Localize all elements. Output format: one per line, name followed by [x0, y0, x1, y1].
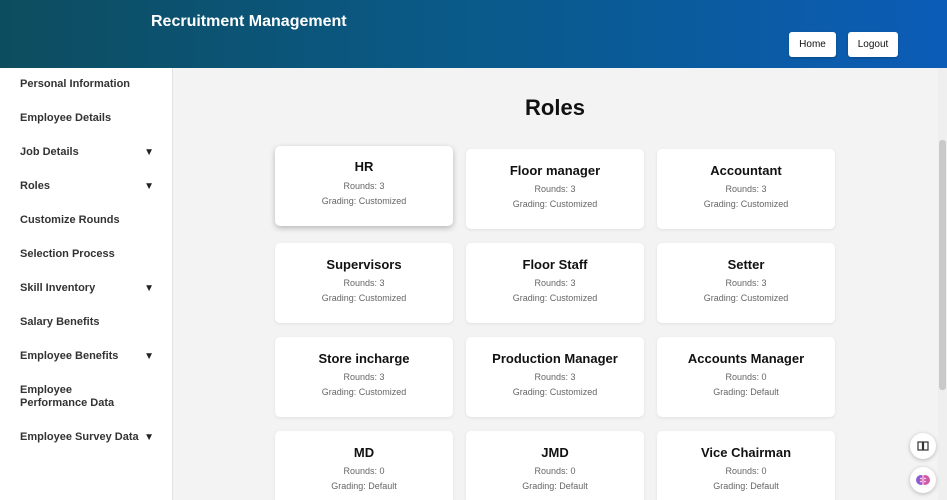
role-card-setter[interactable]: Setter Rounds: 3 Grading: Customized	[657, 243, 835, 323]
sidebar-item-label: Employee Survey Data	[20, 431, 139, 443]
dropdown-arrow-icon[interactable]: ▼	[144, 180, 154, 193]
role-card-accounts-manager[interactable]: Accounts Manager Rounds: 0 Grading: Defa…	[657, 337, 835, 417]
role-name: Setter	[727, 257, 765, 272]
sidebar-item-label: Job Details	[20, 146, 79, 158]
sidebar-item-skill-inventory[interactable]: Skill Inventory ▼	[20, 282, 160, 295]
sidebar-item-salary-benefits[interactable]: Salary Benefits	[20, 316, 160, 329]
role-grading: Grading: Customized	[512, 387, 598, 397]
role-card-hr[interactable]: HR Rounds: 3 Grading: Customized	[275, 146, 453, 226]
sidebar-item-customize-rounds[interactable]: Customize Rounds	[20, 214, 160, 227]
role-grading: Grading: Default	[522, 481, 588, 491]
role-rounds: Rounds: 0	[725, 372, 767, 382]
vertical-scrollbar[interactable]	[938, 68, 947, 500]
sidebar: Personal Information Employee Details Jo…	[0, 68, 173, 500]
sidebar-item-roles[interactable]: Roles ▼	[20, 180, 160, 193]
role-grading: Grading: Customized	[512, 199, 598, 209]
role-rounds: Rounds: 3	[534, 372, 576, 382]
logout-button[interactable]: Logout	[848, 32, 898, 57]
role-grading: Grading: Customized	[512, 293, 598, 303]
dropdown-arrow-icon[interactable]: ▼	[144, 282, 154, 295]
role-grading: Grading: Customized	[321, 196, 407, 206]
sidebar-item-label: Employee Performance Data	[20, 384, 115, 409]
dropdown-arrow-icon[interactable]: ▼	[144, 431, 154, 444]
dropdown-arrow-icon[interactable]: ▼	[144, 146, 154, 159]
role-rounds: Rounds: 3	[534, 278, 576, 288]
role-name: HR	[354, 159, 374, 174]
sidebar-item-label: Employee Details	[20, 112, 112, 124]
sidebar-item-label: Employee Benefits	[20, 350, 119, 362]
book-icon[interactable]	[910, 433, 936, 459]
role-grading: Grading: Default	[713, 387, 779, 397]
role-grading: Grading: Customized	[703, 293, 789, 303]
app-title: Recruitment Management	[151, 13, 347, 30]
role-rounds: Rounds: 0	[534, 466, 576, 476]
role-name: Accountant	[710, 163, 782, 178]
sidebar-item-selection-process[interactable]: Selection Process	[20, 248, 160, 261]
sidebar-item-label: Roles	[20, 180, 50, 192]
role-rounds: Rounds: 3	[725, 278, 767, 288]
role-name: Floor manager	[509, 163, 601, 178]
role-grading: Grading: Customized	[703, 199, 789, 209]
role-name: Supervisors	[326, 257, 402, 272]
role-rounds: Rounds: 3	[725, 184, 767, 194]
sidebar-item-employee-details[interactable]: Employee Details	[20, 112, 160, 125]
sidebar-item-label: Salary Benefits	[20, 316, 100, 328]
sidebar-item-job-details[interactable]: Job Details ▼	[20, 146, 160, 159]
role-name: Accounts Manager	[687, 351, 805, 366]
role-rounds: Rounds: 3	[343, 181, 385, 191]
role-card-production-manager[interactable]: Production Manager Rounds: 3 Grading: Cu…	[466, 337, 644, 417]
role-name: MD	[353, 445, 375, 460]
role-card-store-incharge[interactable]: Store incharge Rounds: 3 Grading: Custom…	[275, 337, 453, 417]
sidebar-item-employee-performance-data[interactable]: Employee Performance Data	[20, 384, 140, 410]
role-rounds: Rounds: 3	[343, 372, 385, 382]
sidebar-item-employee-benefits[interactable]: Employee Benefits ▼	[20, 350, 160, 363]
role-card-floor-manager[interactable]: Floor manager Rounds: 3 Grading: Customi…	[466, 149, 644, 229]
role-card-md[interactable]: MD Rounds: 0 Grading: Default	[275, 431, 453, 500]
role-rounds: Rounds: 3	[534, 184, 576, 194]
role-name: JMD	[541, 445, 569, 460]
scrollbar-thumb[interactable]	[939, 140, 946, 390]
app-header: Recruitment Management Home Logout	[0, 0, 947, 68]
role-name: Production Manager	[492, 351, 618, 366]
role-name: Store incharge	[318, 351, 410, 366]
role-grading: Grading: Default	[713, 481, 779, 491]
role-rounds: Rounds: 0	[343, 466, 385, 476]
role-card-floor-staff[interactable]: Floor Staff Rounds: 3 Grading: Customize…	[466, 243, 644, 323]
role-rounds: Rounds: 3	[343, 278, 385, 288]
role-name: Floor Staff	[522, 257, 588, 272]
sidebar-item-label: Personal Information	[20, 78, 131, 90]
sidebar-item-personal-information[interactable]: Personal Information	[20, 78, 160, 91]
sidebar-item-employee-survey-data[interactable]: Employee Survey Data ▼	[20, 431, 160, 444]
sidebar-item-label: Customize Rounds	[20, 214, 120, 226]
role-name: Vice Chairman	[700, 445, 792, 460]
role-rounds: Rounds: 0	[725, 466, 767, 476]
role-card-supervisors[interactable]: Supervisors Rounds: 3 Grading: Customize…	[275, 243, 453, 323]
role-grading: Grading: Customized	[321, 293, 407, 303]
role-card-jmd[interactable]: JMD Rounds: 0 Grading: Default	[466, 431, 644, 500]
dropdown-arrow-icon[interactable]: ▼	[144, 350, 154, 363]
page-title: Roles	[525, 95, 585, 120]
role-card-vice-chairman[interactable]: Vice Chairman Rounds: 0 Grading: Default	[657, 431, 835, 500]
sidebar-item-label: Selection Process	[20, 248, 115, 260]
sidebar-item-label: Skill Inventory	[20, 282, 96, 294]
home-button[interactable]: Home	[789, 32, 836, 57]
role-card-accountant[interactable]: Accountant Rounds: 3 Grading: Customized	[657, 149, 835, 229]
brain-icon[interactable]	[910, 467, 936, 493]
role-grading: Grading: Customized	[321, 387, 407, 397]
role-grading: Grading: Default	[331, 481, 397, 491]
